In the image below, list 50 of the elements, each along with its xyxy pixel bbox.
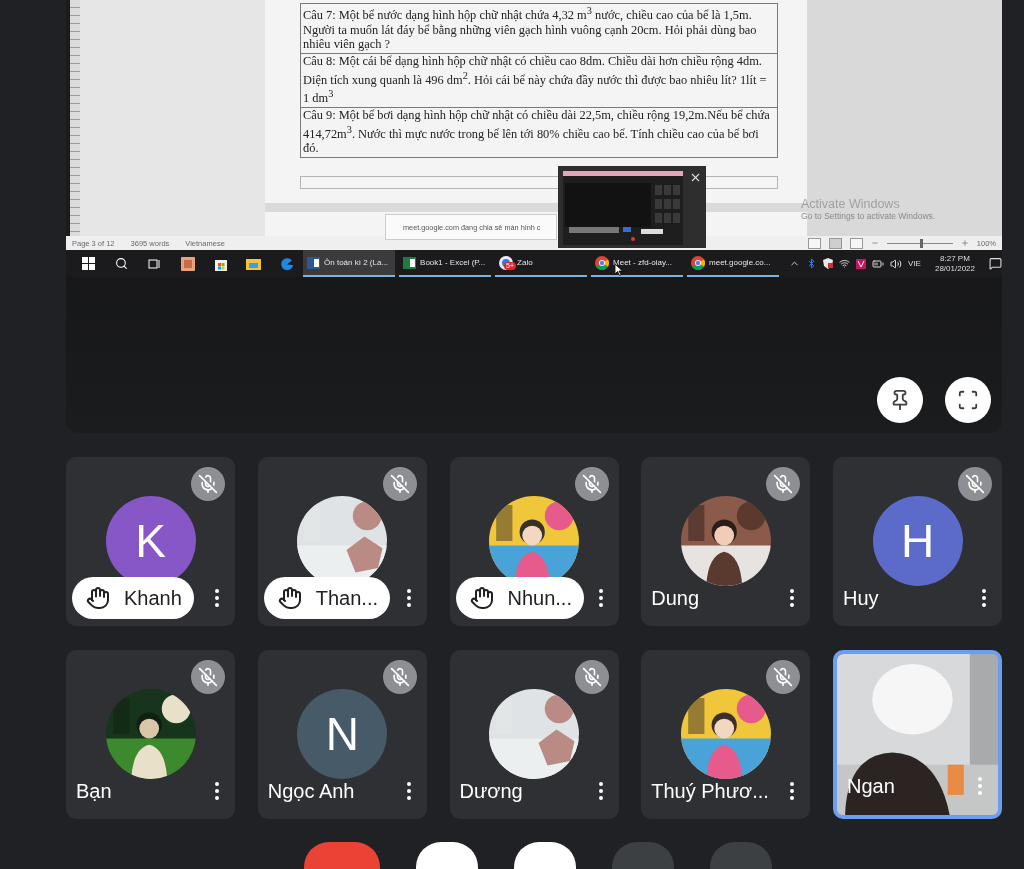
participant-name: Huy [842,586,879,610]
browser-icon [691,255,706,270]
browser-icon[interactable] [279,256,294,271]
read-mode-icon[interactable] [807,237,821,249]
avatar: H [872,496,963,586]
hand-icon [277,586,302,610]
participant-name: Than... [315,586,378,610]
taskbar-window-button[interactable]: Book1 - Excel (P... [399,250,492,277]
clock-time[interactable]: 8:27 PM [940,253,970,264]
spreadsheet-app-icon [403,256,417,269]
web-layout-icon[interactable] [849,237,863,249]
notifications-icon[interactable] [989,257,1002,270]
document-app-icon [307,256,321,269]
participant-name: Dung [650,586,700,610]
folder-icon[interactable] [246,257,261,270]
question-text: Câu 8: Một cái bể dạng hình hộp chữ nhật có chiều cao 8dm. Chiều dài hơn chiều rộng 4dm. Diện tích xung quanh là 496 dm$^{2}$. Hỏi cái bể này chứa đầy nước thì được bao nhiêu lít? 1lít = 1 dm$^{3}$ [301,53,777,108]
participant-name: Ngan [846,774,895,798]
search-icon[interactable] [115,257,128,270]
activation-title: Activate Windows [801,197,901,211]
question-text: Câu 7: Một bể nước dạng hình hộp chữ nhật chứa 4,32 m$^{3}$ nước, chiều cao của bể là 1,5m. Người ta muốn lát đáy bể bằng những viên gạch hình vuông cạnh 20cm. Hỏi phải dùng bao nhiêu viên gạch ? [301,4,777,54]
participant-name: Bạn [75,779,112,803]
hand-icon [86,586,110,610]
browser-icon [595,255,610,270]
participant-name: Dương [458,779,523,803]
wifi-icon[interactable] [839,258,851,269]
window-preview[interactable] [558,166,706,248]
clock-date[interactable]: 28/01/2022 [934,263,975,274]
question-text: Câu 9: Một bể bơi dạng hình hộp chữ nhật có chiều dài 22,5m, chiều rộng 19,2m.Nếu bể chứa 414,72m$^{3}$. Nước thì mực nước trong bể lên tới 80% chiều cao bể. Tính chiều cao của bể bơi đó. [301,107,777,158]
taskbar-window-button[interactable]: Ôn toán kì 2 (La... [303,250,396,277]
avatar: N [297,689,388,779]
fullscreen-icon [957,389,979,411]
participant-name: Ngọc Anh [266,779,355,803]
taskbar-window-button[interactable]: meet.google.co... [687,250,780,277]
volume-icon[interactable] [890,257,903,270]
participant-name: Nhun... [507,586,572,610]
pin-button[interactable] [877,377,923,423]
participant-name: Khanh [124,586,182,610]
input-language[interactable]: VIE [908,259,921,268]
app-tray-icon[interactable] [856,258,867,269]
slider-thumb[interactable] [919,238,923,248]
battery-icon[interactable] [872,257,885,270]
shield-icon[interactable] [823,258,834,269]
hand-icon [469,586,494,610]
participant-name: Thuý Phươ... [650,779,769,803]
cursor-icon [615,264,623,276]
windows-logo-icon[interactable] [82,257,95,270]
photo-app-icon[interactable] [180,256,195,271]
task-view-icon[interactable] [148,257,161,270]
activation-hint: Go to Settings to activate Windows. [801,211,936,221]
fullscreen-button[interactable] [945,377,991,423]
